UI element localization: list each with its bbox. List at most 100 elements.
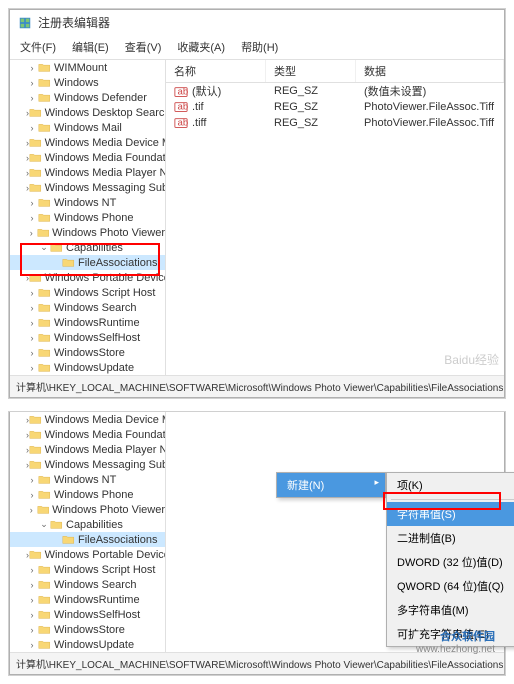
tree-item[interactable]: ›Windows Media Foundation [10,427,165,442]
expand-icon[interactable]: › [26,474,38,486]
tree-item[interactable]: ›Windows Media Player NSS [10,442,165,457]
tree-item[interactable]: ›WindowsRuntime [10,592,165,607]
expand-icon[interactable]: › [26,122,38,134]
expand-icon[interactable]: ⌄ [38,242,50,254]
expand-icon[interactable]: › [26,639,38,651]
menu-view[interactable]: 查看(V) [119,37,168,57]
tree-item[interactable]: › Windows Mail [10,120,165,135]
tree-item[interactable]: ›WindowsRuntime [10,315,165,330]
col-data[interactable]: 数据 [356,60,504,82]
tree-item[interactable]: › Windows Script Host [10,285,165,300]
expand-icon[interactable]: ⌄ [38,519,50,531]
tree-label: Windows NT [54,197,116,209]
expand-icon[interactable]: › [26,77,38,89]
expand-icon[interactable]: › [26,609,38,621]
tree-label: Windows Script Host [54,287,155,299]
expand-icon[interactable]: › [26,197,38,209]
expand-icon[interactable]: › [26,347,38,359]
list-row[interactable]: ab.tiffREG_SZPhotoViewer.FileAssoc.Tiff [166,115,504,131]
expand-icon[interactable]: › [26,594,38,606]
tree-item[interactable]: ›Windows Messaging Subsyst [10,457,165,472]
menu-edit[interactable]: 编辑(E) [66,37,115,57]
tree-item[interactable]: ⌄Capabilities [10,240,165,255]
cell-type: REG_SZ [266,101,356,113]
expand-icon[interactable] [50,534,62,546]
tree-item[interactable]: ›Windows NT [10,472,165,487]
tree-label: WindowsStore [54,347,125,359]
screenshot-2: ›Windows Media Device Man›Windows Media … [8,411,506,676]
expand-icon[interactable]: › [26,504,37,516]
tree-item[interactable]: ›WindowsStore [10,622,165,637]
expand-icon[interactable]: › [26,332,38,344]
expand-icon[interactable]: › [26,564,38,576]
tree-label: FileAssociations [78,257,157,269]
tree-item[interactable]: ›WIMMount [10,60,165,75]
tree-item[interactable]: FileAssociations [10,532,165,547]
tree-item[interactable]: ›Windows Phone [10,487,165,502]
tree-item[interactable]: ›Windows Portable Devices [10,270,165,285]
expand-icon[interactable]: › [26,362,38,374]
submenu-item[interactable]: 多字符串值(M) [387,598,514,622]
expand-icon[interactable] [50,257,62,269]
menu-new[interactable]: 新建(N) [277,473,385,497]
tree-item[interactable]: ›Windows Defender [10,90,165,105]
tree-item[interactable]: ⌄Capabilities [10,517,165,532]
tree-panel[interactable]: ›Windows Media Device Man›Windows Media … [10,412,166,652]
col-name[interactable]: 名称 [166,60,266,82]
tree-item[interactable]: ›WindowsSelfHost [10,330,165,345]
submenu-item[interactable]: 项(K) [387,473,514,497]
tree-item[interactable]: › Windows Photo Viewer [10,502,165,517]
tree-item[interactable]: ›Windows Photo Viewer [10,225,165,240]
tree-item[interactable]: ›WindowsUpdate [10,637,165,652]
tree-item[interactable]: ›Windows Media Device Man [10,135,165,150]
tree-item[interactable]: ›Windows [10,75,165,90]
expand-icon[interactable]: › [26,212,38,224]
menu-file[interactable]: 文件(F) [14,37,62,57]
tree-item[interactable]: ›Windows Search [10,300,165,315]
expand-icon[interactable]: › [26,302,38,314]
tree-item[interactable]: › WindowsStore [10,345,165,360]
menu-help[interactable]: 帮助(H) [235,37,284,57]
tree-item[interactable]: ›Windows Messaging Subsyst [10,180,165,195]
tree-item[interactable]: › Windows NT [10,195,165,210]
tree-label: Windows Mail [54,122,122,134]
folder-icon [29,107,42,118]
expand-icon[interactable]: › [26,317,38,329]
expand-icon[interactable]: › [26,287,38,299]
expand-icon[interactable]: › [26,62,38,74]
tree-item[interactable]: ›Windows Portable Devices [10,547,165,562]
tree-item[interactable]: FileAssociations [10,255,165,270]
expand-icon[interactable]: › [26,227,37,239]
tree-item[interactable]: ›Windows Media Foundation [10,150,165,165]
submenu-item[interactable]: QWORD (64 位)值(Q) [387,574,514,598]
list-row[interactable]: ab.tifREG_SZPhotoViewer.FileAssoc.Tiff [166,99,504,115]
cell-type: REG_SZ [266,85,356,97]
titlebar: 注册表编辑器 [10,10,504,35]
expand-icon[interactable]: › [26,489,38,501]
tree-item[interactable]: ›Windows Phone [10,210,165,225]
tree-label: Windows Photo Viewer [52,504,165,516]
folder-icon [38,62,51,73]
list-row[interactable]: ab(默认)REG_SZ(数值未设置) [166,83,504,99]
tree-panel[interactable]: ›WIMMount›Windows›Windows Defender›Windo… [10,60,166,375]
svg-text:ab: ab [178,118,189,129]
tree-item[interactable]: ›Windows Media Player NSS [10,165,165,180]
col-type[interactable]: 类型 [266,60,356,82]
folder-icon [38,594,51,605]
submenu-item[interactable]: DWORD (32 位)值(D) [387,550,514,574]
expand-icon[interactable]: › [26,92,38,104]
folder-icon [38,609,51,620]
tree-item[interactable]: ›Windows Media Device Man [10,412,165,427]
expand-icon[interactable]: › [26,579,38,591]
tree-item[interactable]: ›WindowsSelfHost [10,607,165,622]
menu-favorites[interactable]: 收藏夹(A) [171,37,231,57]
tree-label: WindowsUpdate [54,362,134,374]
tree-item[interactable]: ›Windows Desktop Search [10,105,165,120]
expand-icon[interactable]: › [26,624,38,636]
submenu-item[interactable]: 字符串值(S) [387,502,514,526]
tree-item[interactable]: ›Windows Search [10,577,165,592]
tree-item[interactable]: ›Windows Script Host [10,562,165,577]
cell-data: PhotoViewer.FileAssoc.Tiff [356,117,504,129]
tree-item[interactable]: › WindowsUpdate [10,360,165,375]
submenu-item[interactable]: 二进制值(B) [387,526,514,550]
